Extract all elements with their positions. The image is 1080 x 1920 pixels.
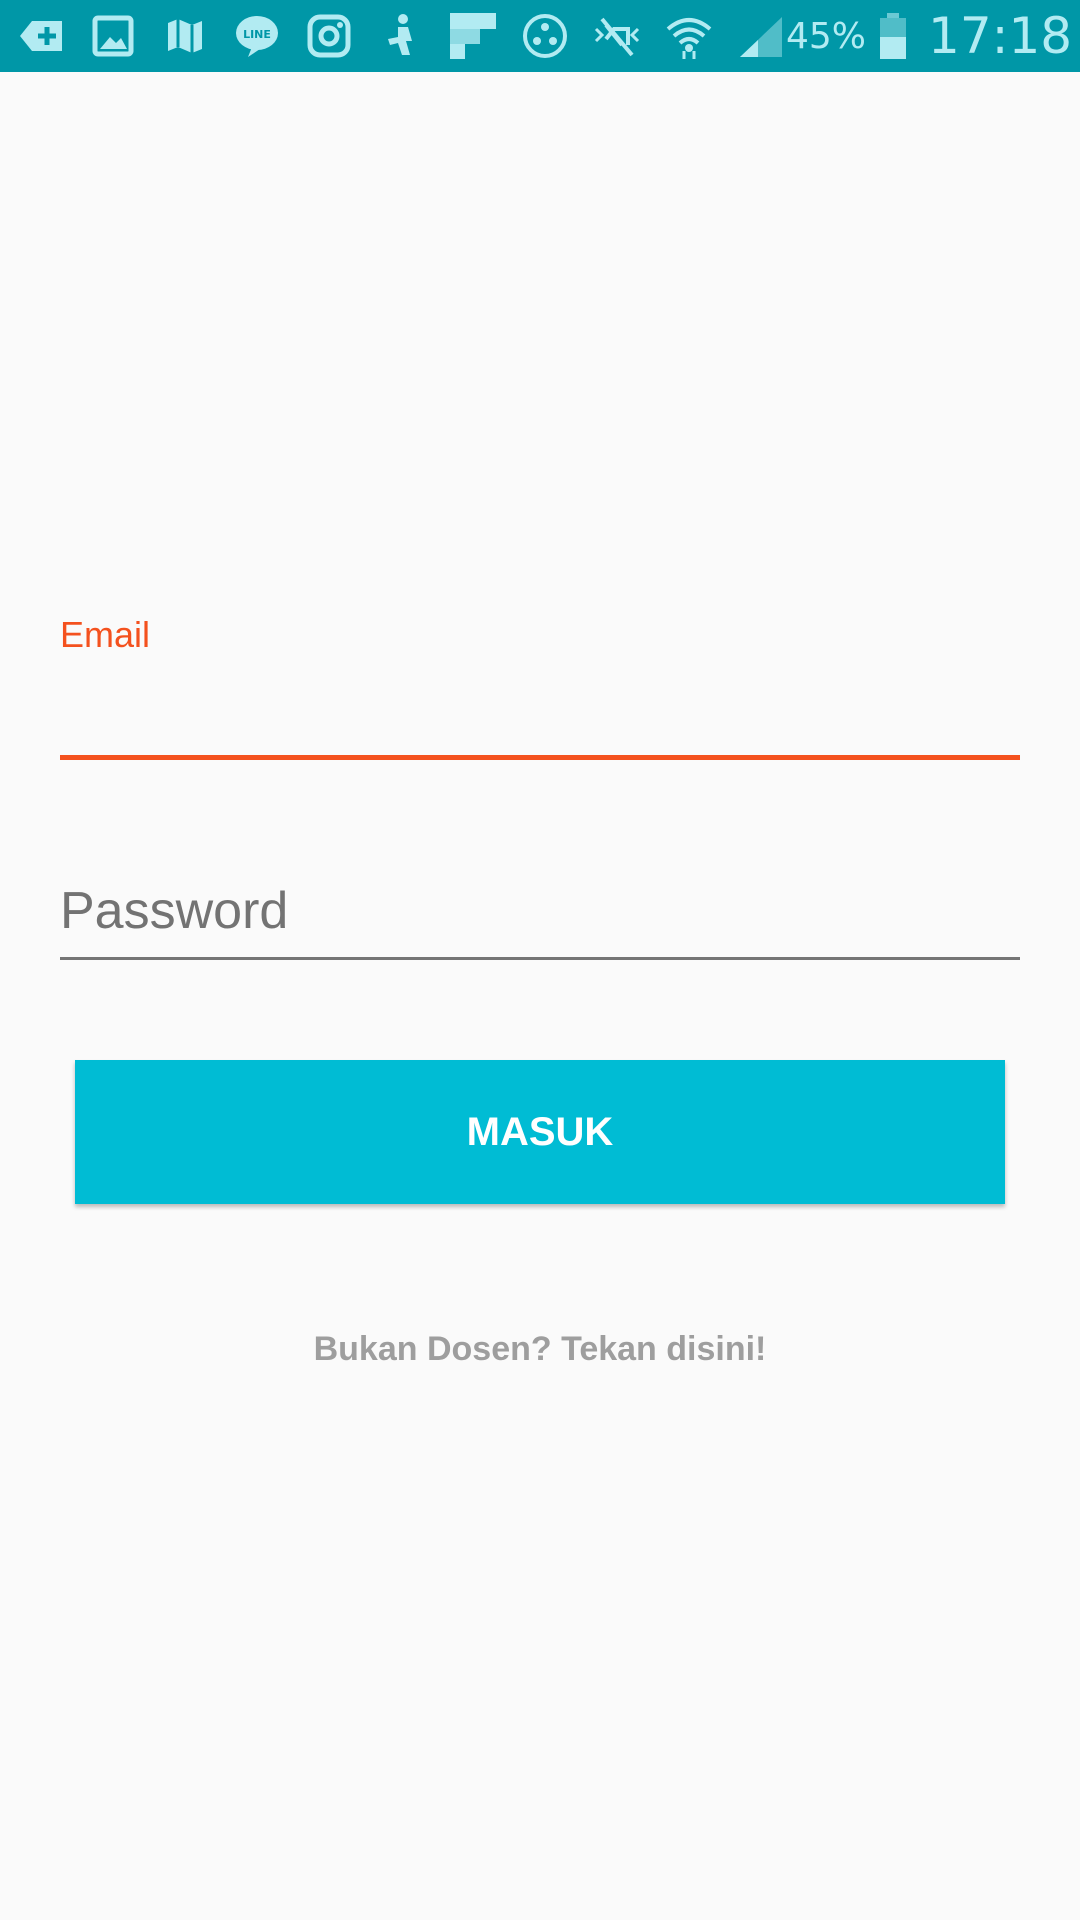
line-app-icon: LINE: [232, 11, 282, 61]
email-label: Email: [60, 614, 151, 655]
notification-icons: LINE: [16, 0, 786, 72]
clock: 17:18: [928, 7, 1073, 65]
mute-icon: [592, 11, 642, 61]
battery-icon: [878, 11, 908, 61]
signal-icon: [736, 11, 786, 61]
share-dots-icon: [520, 11, 570, 61]
download-box-icon: [16, 11, 66, 61]
instagram-icon: [304, 11, 354, 61]
map-icon: [160, 11, 210, 61]
flipboard-icon: [448, 11, 498, 61]
status-bar: LINE 45% 17:18: [0, 0, 1080, 72]
password-field[interactable]: [60, 870, 1020, 960]
wifi-icon: [664, 11, 714, 61]
fitness-app-icon: [376, 11, 426, 61]
login-button[interactable]: MASUK: [75, 1060, 1005, 1204]
battery-percent: 45%: [786, 15, 867, 57]
svg-text:LINE: LINE: [243, 28, 271, 41]
login-screen: LINE 45% 17:18 Email MASUK Bukan Dosen? …: [0, 0, 1080, 1920]
switch-role-link[interactable]: Bukan Dosen? Tekan disini!: [0, 1330, 1080, 1369]
status-right: 45% 17:18: [786, 0, 1072, 72]
gallery-icon: [88, 11, 138, 61]
email-field[interactable]: [60, 668, 1020, 760]
